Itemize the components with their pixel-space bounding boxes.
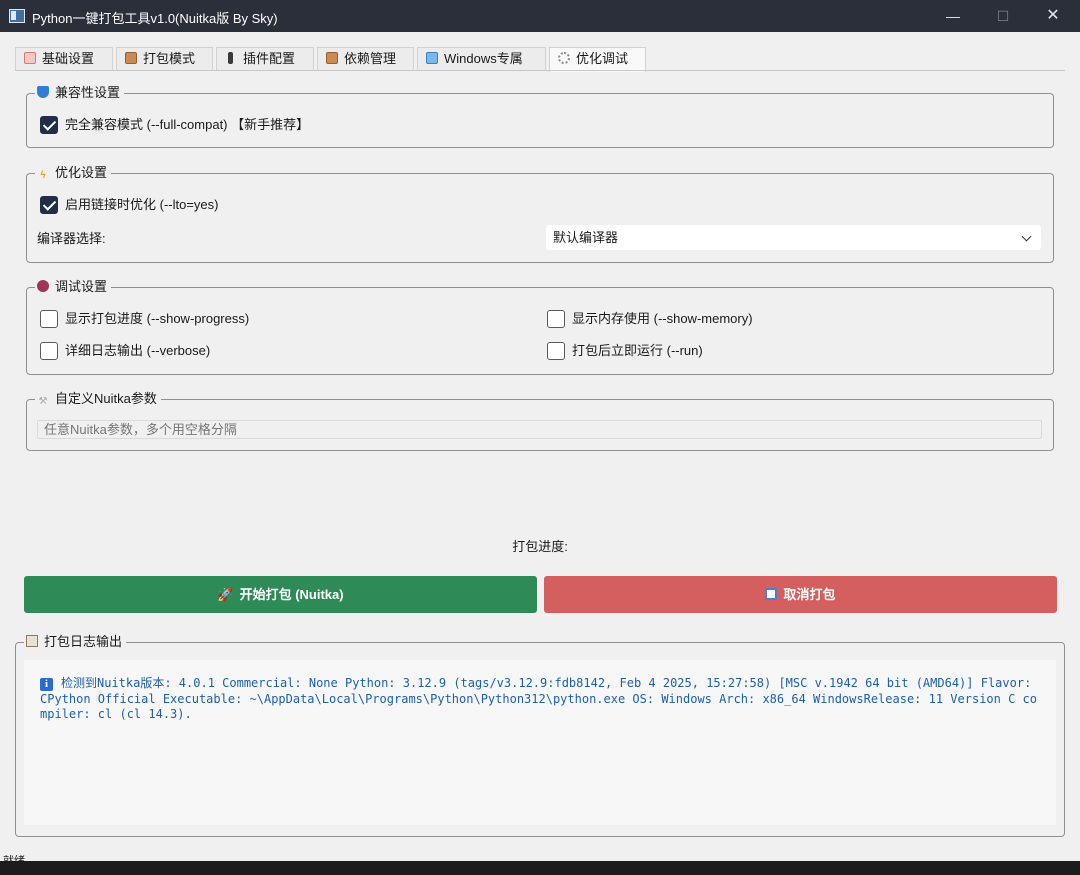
- show-memory-check[interactable]: [547, 310, 565, 328]
- shield-icon: [37, 86, 49, 98]
- show-progress-label: 显示打包进度 (--show-progress): [65, 311, 250, 326]
- plug-pin-icon: [228, 52, 233, 64]
- tab-divider: [15, 70, 1065, 71]
- tab-dependency-management[interactable]: 依赖管理: [317, 47, 414, 71]
- wrench-icon: ⚒: [38, 396, 48, 407]
- windows-window-icon: [426, 52, 438, 64]
- log-message: 检测到Nuitka版本: 4.0.1 Commercial: None Pyth…: [40, 676, 1037, 721]
- log-group-title: 打包日志输出: [24, 633, 127, 651]
- pencil-note-icon: [24, 52, 36, 64]
- chevron-down-icon: [1021, 231, 1032, 242]
- tab-label: 优化调试: [576, 51, 629, 66]
- optimize-group-title: ϟ 优化设置: [35, 164, 112, 182]
- stop-icon: [765, 588, 778, 600]
- cancel-build-label: 取消打包: [783, 587, 836, 602]
- compat-group-title: 兼容性设置: [35, 84, 125, 102]
- lightning-icon: ϟ: [40, 170, 46, 181]
- main-window: Python一键打包工具v1.0(Nuitka版 By Sky) — ☐ ✕ 基…: [0, 0, 1080, 861]
- tab-label: 插件配置: [243, 51, 296, 66]
- verbose-check[interactable]: [40, 342, 58, 360]
- taskbar: [0, 861, 1080, 875]
- log-output[interactable]: i 检测到Nuitka版本: 4.0.1 Commercial: None Pyt…: [24, 660, 1056, 825]
- tab-label: 基础设置: [42, 51, 95, 66]
- bug-icon: [37, 280, 49, 292]
- run-after-build-label: 打包后立即运行 (--run): [572, 343, 703, 358]
- custom-params-group-title: ⚒ 自定义Nuitka参数: [35, 390, 161, 408]
- minimize-button[interactable]: —: [927, 0, 979, 32]
- compiler-label: 编译器选择:: [37, 231, 106, 246]
- tab-label: 依赖管理: [344, 51, 397, 66]
- tab-plugin-config[interactable]: 插件配置: [216, 47, 314, 71]
- show-memory-label: 显示内存使用 (--show-memory): [572, 311, 753, 326]
- info-icon: i: [40, 678, 53, 691]
- tab-optimize-debug[interactable]: 优化调试: [549, 47, 646, 72]
- cancel-build-button[interactable]: 取消打包: [544, 576, 1057, 613]
- maximize-button[interactable]: ☐: [977, 0, 1029, 32]
- rocket-icon: 🚀: [217, 587, 234, 602]
- title-bar[interactable]: Python一键打包工具v1.0(Nuitka版 By Sky) — ☐ ✕: [0, 0, 1080, 32]
- full-compat-label: 完全兼容模式 (--full-compat) 【新手推荐】: [65, 117, 310, 132]
- tab-package-mode[interactable]: 打包模式: [116, 47, 213, 71]
- gear-icon: [558, 52, 570, 64]
- start-build-button[interactable]: 🚀 开始打包 (Nuitka): [24, 576, 537, 613]
- full-compat-check[interactable]: [40, 116, 58, 134]
- tab-label: 打包模式: [143, 51, 196, 66]
- tab-basic-settings[interactable]: 基础设置: [15, 47, 113, 71]
- verbose-label: 详细日志输出 (--verbose): [65, 343, 211, 358]
- compiler-select-value: 默认编译器: [553, 230, 619, 245]
- lto-check[interactable]: [40, 196, 58, 214]
- package-box-icon: [326, 52, 338, 64]
- run-after-build-check[interactable]: [547, 342, 565, 360]
- debug-group: 调试设置: [26, 278, 1054, 375]
- status-bar: [0, 853, 1080, 861]
- custom-params-input[interactable]: [37, 420, 1042, 439]
- tab-label: Windows专属: [444, 51, 523, 66]
- start-build-label: 开始打包 (Nuitka): [239, 587, 344, 602]
- package-box-icon: [125, 52, 137, 64]
- window-title: Python一键打包工具v1.0(Nuitka版 By Sky): [32, 11, 278, 26]
- tab-windows-specific[interactable]: Windows专属: [417, 47, 546, 71]
- lto-label: 启用链接时优化 (--lto=yes): [65, 197, 219, 212]
- debug-group-title: 调试设置: [35, 278, 112, 296]
- compiler-select[interactable]: 默认编译器: [546, 225, 1041, 250]
- progress-label: 打包进度:: [512, 539, 568, 554]
- app-icon: [9, 9, 25, 23]
- show-progress-check[interactable]: [40, 310, 58, 328]
- clipboard-icon: [26, 635, 38, 647]
- close-button[interactable]: ✕: [1027, 0, 1079, 32]
